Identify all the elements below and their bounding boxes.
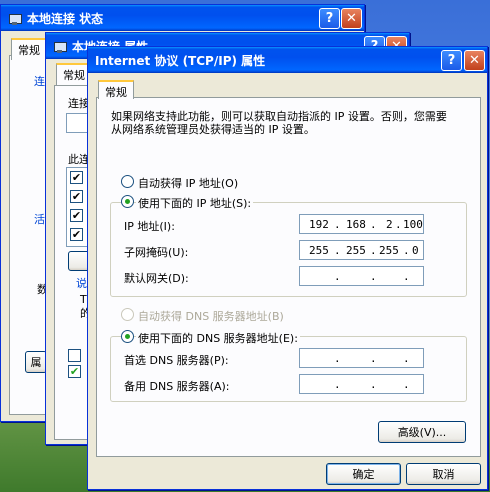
manual-dns-label[interactable]: 使用下面的 DNS 服务器地址(E): <box>136 330 300 346</box>
help-icon[interactable]: ? <box>441 50 462 71</box>
status-window-titlebar[interactable]: 本地连接 状态 ? ✕ <box>1 5 364 31</box>
dialog-description: 如果网络支持此功能，则可以获取自动指派的 IP 设置。否则，您需要从网络系统管理… <box>111 110 447 136</box>
checkbox[interactable]: ✔ <box>70 190 83 203</box>
auto-ip-label[interactable]: 自动获得 IP 地址(O) <box>138 175 238 191</box>
dialog-titlebar[interactable]: Internet 协议 (TCP/IP) 属性 ? ✕ <box>88 47 487 73</box>
manual-ip-label[interactable]: 使用下面的 IP 地址(S): <box>136 195 254 211</box>
alternate-dns-input[interactable]: . . . <box>299 374 424 394</box>
close-icon[interactable]: ✕ <box>341 8 362 29</box>
auto-ip-radio[interactable] <box>121 175 134 188</box>
cancel-button[interactable]: 取消 <box>406 463 481 485</box>
notify-checkbox[interactable]: ✔ <box>68 365 81 378</box>
ip-address-label: IP 地址(I): <box>124 220 175 233</box>
tab-general[interactable]: 常规 <box>11 38 47 60</box>
tab-general[interactable]: 常规 <box>98 80 134 99</box>
ip-address-input[interactable]: 192 . 168 . 2 . 100 <box>299 214 424 234</box>
ok-button[interactable]: 确定 <box>326 463 401 485</box>
checkbox[interactable]: ✔ <box>70 209 83 222</box>
advanced-button[interactable]: 高级(V)... <box>378 421 466 443</box>
network-connection-icon <box>52 38 68 54</box>
checkbox[interactable]: ✔ <box>70 171 83 184</box>
preferred-dns-input[interactable]: . . . <box>299 348 424 368</box>
manual-dns-radio[interactable] <box>121 330 134 343</box>
status-window-title: 本地连接 状态 <box>27 11 104 26</box>
network-connection-icon <box>7 10 23 26</box>
manual-ip-radio[interactable] <box>121 195 134 208</box>
description-fragment: 说 <box>76 277 87 290</box>
dialog-title: Internet 协议 (TCP/IP) 属性 <box>95 53 266 68</box>
checkbox[interactable]: ✔ <box>70 228 83 241</box>
default-gateway-input[interactable]: . . . <box>299 266 424 286</box>
help-icon[interactable]: ? <box>319 8 340 29</box>
show-icon-checkbox[interactable] <box>68 349 81 362</box>
default-gateway-label: 默认网关(D): <box>124 272 189 285</box>
activity-fragment: 活 <box>34 213 45 226</box>
properties-button[interactable]: 属 <box>25 351 47 373</box>
close-icon[interactable]: ✕ <box>464 50 485 71</box>
subnet-mask-label: 子网掩码(U): <box>124 246 189 259</box>
subnet-mask-input[interactable]: 255 . 255 . 255 . 0 <box>299 240 424 260</box>
auto-dns-radio[interactable] <box>121 308 134 321</box>
tcpip-dialog: Internet 协议 (TCP/IP) 属性 ? ✕ 常规 如果网络支持此功能… <box>87 46 488 490</box>
connection-fragment: 连 <box>34 75 45 88</box>
preferred-dns-label: 首选 DNS 服务器(P): <box>124 354 229 367</box>
auto-dns-label[interactable]: 自动获得 DNS 服务器地址(B) <box>138 308 284 324</box>
alternate-dns-label: 备用 DNS 服务器(A): <box>124 380 230 393</box>
